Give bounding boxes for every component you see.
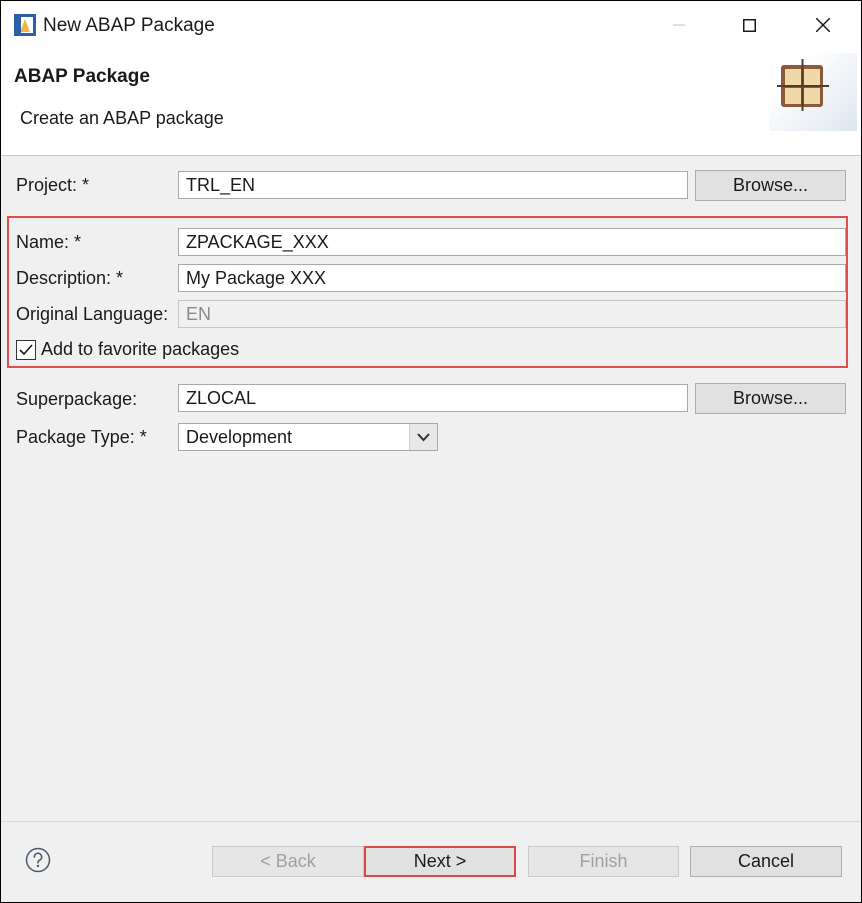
superpackage-browse-button[interactable]: Browse... bbox=[695, 383, 846, 414]
help-icon[interactable] bbox=[25, 847, 51, 873]
window-title: New ABAP Package bbox=[43, 15, 215, 36]
superpackage-field[interactable]: ZLOCAL bbox=[178, 384, 688, 412]
eclipse-app-icon bbox=[14, 14, 36, 36]
title-bar[interactable]: New ABAP Package bbox=[1, 1, 861, 49]
cancel-button[interactable]: Cancel bbox=[690, 846, 842, 877]
name-field[interactable]: ZPACKAGE_XXX bbox=[178, 228, 846, 256]
project-label: Project: * bbox=[16, 175, 90, 195]
minimize-icon bbox=[673, 24, 685, 26]
finish-button: Finish bbox=[528, 846, 679, 877]
page-title: ABAP Package bbox=[14, 66, 150, 87]
minimize-button[interactable] bbox=[656, 9, 702, 41]
package-type-value: Development bbox=[186, 427, 293, 447]
original-language-field: EN bbox=[178, 300, 846, 328]
check-icon bbox=[19, 344, 33, 356]
banner bbox=[769, 53, 857, 131]
wizard-header: ABAP Package Create an ABAP package bbox=[1, 49, 861, 156]
dropdown-arrow[interactable] bbox=[409, 424, 437, 450]
description-field[interactable]: My Package XXX bbox=[178, 264, 846, 292]
original-language-label: Original Language: bbox=[16, 304, 169, 324]
footer-divider bbox=[1, 821, 861, 822]
package-type-select[interactable]: Development bbox=[178, 423, 438, 451]
package-icon bbox=[777, 59, 829, 111]
chevron-down-icon bbox=[417, 432, 430, 441]
back-button: < Back bbox=[212, 846, 364, 877]
name-label: Name: * bbox=[16, 232, 82, 252]
project-browse-button[interactable]: Browse... bbox=[695, 170, 846, 201]
maximize-button[interactable] bbox=[726, 9, 772, 41]
superpackage-label: Superpackage: bbox=[16, 389, 138, 409]
new-abap-package-dialog: New ABAP Package ABAP Package Create an … bbox=[0, 0, 862, 903]
next-button[interactable]: Next > bbox=[364, 846, 516, 877]
package-type-label: Package Type: * bbox=[16, 427, 147, 447]
favorite-checkbox[interactable] bbox=[16, 340, 36, 360]
description-label: Description: * bbox=[16, 268, 124, 288]
favorite-label[interactable]: Add to favorite packages bbox=[41, 339, 239, 360]
project-field[interactable]: TRL_EN bbox=[178, 171, 688, 199]
maximize-icon bbox=[742, 18, 756, 32]
close-button[interactable] bbox=[800, 9, 846, 41]
page-subtitle: Create an ABAP package bbox=[20, 108, 224, 128]
close-icon bbox=[816, 18, 830, 32]
